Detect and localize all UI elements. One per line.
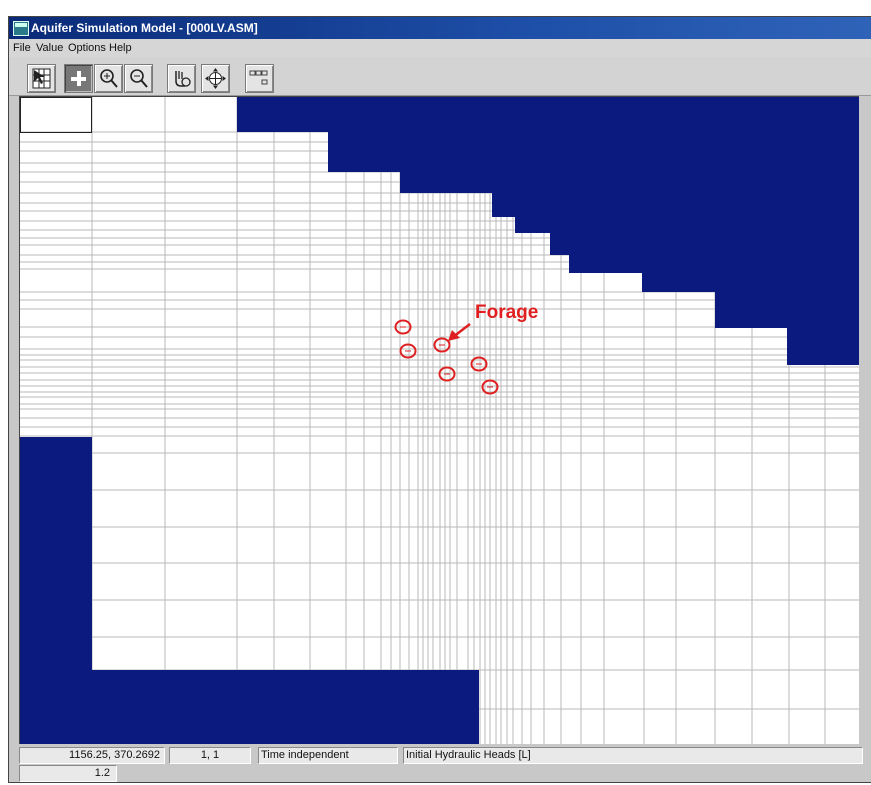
app-window: Aquifer Simulation Model - [000LV.ASM] F… <box>8 16 871 783</box>
menu-value[interactable]: Value <box>36 42 63 54</box>
zoom-in-icon <box>100 69 118 88</box>
status-cell-index: 1, 1 <box>169 747 251 764</box>
menu-help[interactable]: Help <box>109 42 132 54</box>
value-display-button[interactable] <box>245 64 274 93</box>
app-icon <box>13 21 29 36</box>
status-coordinates: 1156.25, 370.2692 <box>19 747 165 764</box>
model-grid-view[interactable]: Forage <box>19 96 859 745</box>
zoom-out-icon <box>130 69 148 88</box>
zoom-out-button[interactable] <box>124 64 153 93</box>
plus-icon <box>71 71 86 86</box>
pan-button[interactable] <box>201 64 230 93</box>
grid-select-icon <box>32 68 51 89</box>
zoom-in-button[interactable] <box>94 64 123 93</box>
status-time: Time independent <box>258 747 398 764</box>
select-grid-button[interactable] <box>27 64 56 93</box>
model-grid[interactable]: Forage <box>20 97 859 745</box>
hand-move-icon <box>175 71 191 87</box>
move-button[interactable] <box>167 64 196 93</box>
annotation-label: Forage <box>475 302 538 323</box>
status-value: 1.2 <box>19 765 117 782</box>
status-bar: 1156.25, 370.2692 1, 1 Time independent … <box>9 744 871 782</box>
window-title: Aquifer Simulation Model - [000LV.ASM] <box>31 21 258 35</box>
menu-options[interactable]: Options <box>68 42 106 54</box>
status-parameter: Initial Hydraulic Heads [L] <box>403 747 863 764</box>
menu-file[interactable]: File <box>13 42 31 54</box>
title-bar: Aquifer Simulation Model - [000LV.ASM] <box>9 17 871 39</box>
inactive-zone-top-right <box>237 97 859 365</box>
menu-bar: File Value Options Help <box>9 39 871 57</box>
inactive-zone-bottom <box>20 670 479 745</box>
add-button[interactable] <box>64 64 93 93</box>
pan-arrows-icon <box>205 68 226 89</box>
toolbar <box>9 57 871 96</box>
selected-cell <box>20 97 92 133</box>
grid-values-icon <box>249 70 268 85</box>
